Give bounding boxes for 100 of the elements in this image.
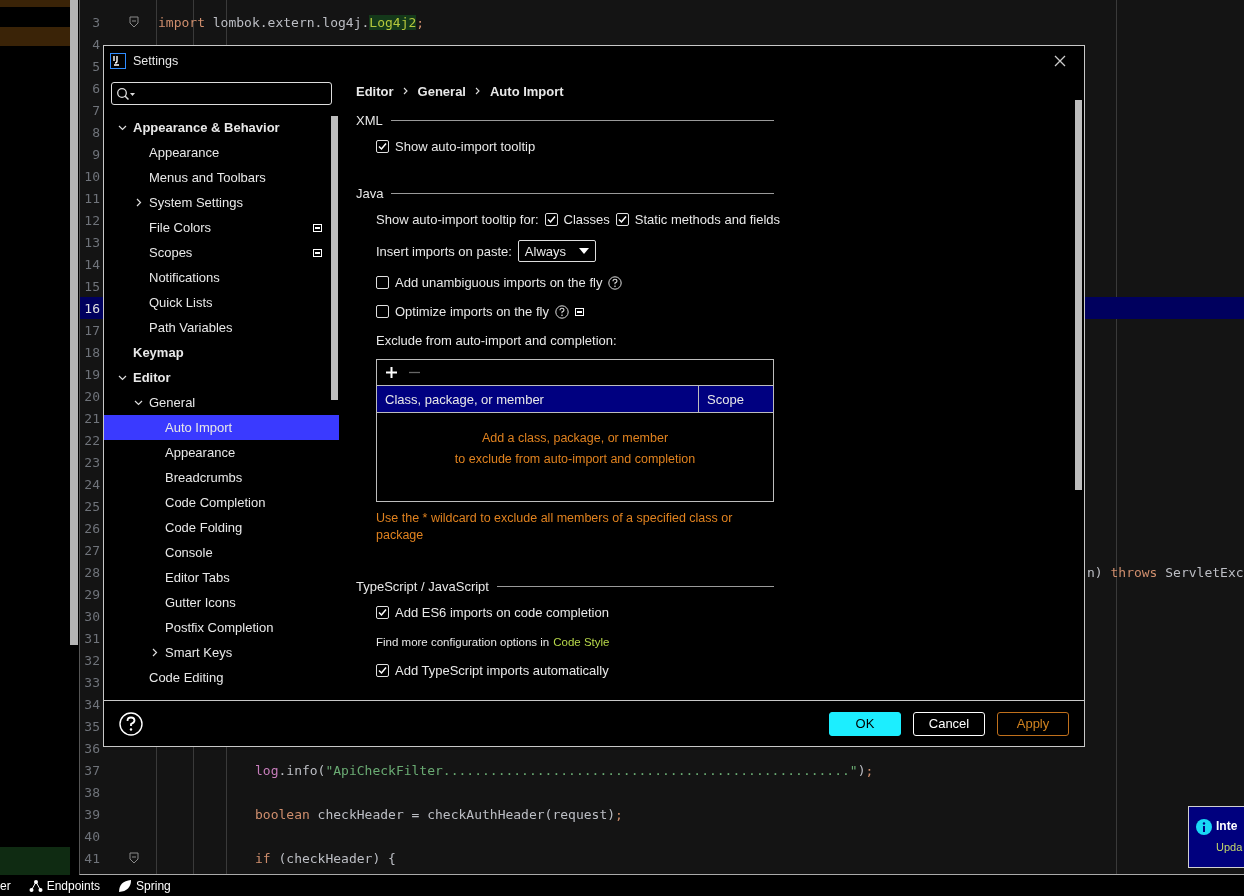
notification-link[interactable]: Upda [1216, 841, 1243, 853]
line-number: 35 [83, 718, 100, 734]
code-line: if (checkHeader) { [255, 850, 396, 866]
line-number: 17 [83, 322, 100, 338]
line-number: 36 [83, 740, 100, 756]
endpoints-icon[interactable] [28, 878, 43, 893]
checkbox-label[interactable]: Show auto-import tooltip [395, 139, 536, 154]
tree-item[interactable]: Appearance [104, 140, 339, 165]
tree-item[interactable]: System Settings [104, 190, 339, 215]
tool-window-button[interactable]: Endpoints [46, 878, 101, 893]
line-number: 22 [83, 432, 100, 448]
fold-icon[interactable] [129, 852, 139, 864]
tree-item[interactable]: Quick Lists [104, 290, 339, 315]
help-icon[interactable] [608, 275, 623, 290]
line-number: 12 [83, 212, 100, 228]
line-number: 34 [83, 696, 100, 712]
section-title: Java [356, 185, 384, 201]
tree-item[interactable]: Breadcrumbs [104, 465, 339, 490]
line-number: 21 [83, 410, 100, 426]
tree-item[interactable]: Gutter Icons [104, 590, 339, 615]
chevron-icon[interactable] [118, 373, 127, 382]
checkbox-label[interactable]: Add TypeScript imports automatically [395, 663, 609, 678]
checkbox[interactable] [376, 276, 389, 289]
search-field[interactable] [111, 82, 332, 105]
scrollbar-thumb[interactable] [1075, 100, 1082, 490]
highlight-bar [0, 0, 70, 7]
checkbox[interactable] [615, 213, 629, 226]
notification-popup[interactable]: Inte Upda [1188, 806, 1244, 868]
line-number: 4 [91, 36, 100, 52]
checkbox-label[interactable]: Static methods and fields [634, 212, 781, 227]
tree-item[interactable]: Keymap [104, 340, 339, 365]
leaf-icon[interactable] [118, 878, 133, 893]
checkbox[interactable] [544, 213, 558, 226]
chevron-icon[interactable] [134, 398, 143, 407]
code-style-link[interactable]: Code Style [553, 635, 610, 648]
tree-item[interactable]: Scopes [104, 240, 339, 265]
add-icon[interactable] [386, 367, 397, 378]
checkbox-label[interactable]: Classes [563, 212, 610, 227]
line-number: 3 [91, 14, 100, 30]
field-label: Exclude from auto-import and completion: [376, 333, 617, 348]
checkbox[interactable] [376, 140, 389, 153]
line-number: 40 [83, 828, 100, 844]
breadcrumb-item[interactable]: General [417, 83, 466, 99]
tree-item[interactable]: Appearance & Behavior [104, 115, 339, 140]
line-number: 37 [83, 762, 100, 778]
dialog-button[interactable]: OK [829, 711, 901, 736]
breadcrumb-item[interactable]: Auto Import [490, 83, 564, 99]
line-number: 41 [83, 850, 100, 866]
code-line: boolean checkHeader = checkAuthHeader(request); [255, 806, 623, 822]
caret-icon [578, 248, 589, 254]
line-number: 10 [83, 168, 100, 184]
tree-item[interactable]: Console [104, 540, 339, 565]
tree-item[interactable]: File Colors [104, 215, 339, 240]
line-number: 24 [83, 476, 100, 492]
checkbox-label[interactable]: Optimize imports on the fly [395, 304, 549, 319]
app-icon [110, 52, 126, 69]
chevron-icon [475, 87, 481, 95]
tree-item[interactable]: Editor [104, 365, 339, 390]
tool-window-button[interactable]: Spring [136, 878, 171, 893]
checkbox[interactable] [376, 606, 389, 619]
checkbox-label[interactable]: Add unambiguous imports on the fly [395, 275, 603, 290]
notification-title: Inte [1216, 819, 1239, 833]
dialog-button[interactable]: Cancel [913, 711, 985, 736]
tree-item[interactable]: Auto Import [104, 415, 339, 440]
tree-item[interactable]: General [104, 390, 339, 415]
tree-item[interactable]: Smart Keys [104, 640, 339, 665]
checkbox[interactable] [376, 664, 389, 677]
chevron-icon[interactable] [134, 198, 143, 207]
fold-icon[interactable] [129, 16, 139, 28]
tree-item[interactable]: Editor Tabs [104, 565, 339, 590]
tree-item[interactable]: Path Variables [104, 315, 339, 340]
tree-item[interactable]: Code Completion [104, 490, 339, 515]
chevron-icon[interactable] [150, 648, 159, 657]
dialog-button[interactable]: Apply [997, 711, 1069, 736]
column-header[interactable]: Scope [699, 386, 744, 412]
tree-item[interactable]: Postfix Completion [104, 615, 339, 640]
line-number: 39 [83, 806, 100, 822]
dropdown[interactable]: Always [517, 240, 596, 262]
line-number: 16 [83, 300, 100, 316]
checkbox[interactable] [376, 305, 389, 318]
help-icon[interactable] [554, 304, 569, 319]
tree-item[interactable]: Code Editing [104, 665, 339, 690]
scrollbar-thumb[interactable] [70, 0, 78, 645]
tool-window-button[interactable]: er [0, 878, 11, 893]
line-number: 11 [83, 190, 100, 206]
breadcrumb-item[interactable]: Editor [356, 83, 394, 99]
checkbox-label[interactable]: Add ES6 imports on code completion [395, 605, 609, 620]
chevron-icon[interactable] [118, 123, 127, 132]
tree-item[interactable]: Notifications [104, 265, 339, 290]
line-number: 38 [83, 784, 100, 800]
tree-item[interactable]: Menus and Toolbars [104, 165, 339, 190]
column-header[interactable]: Class, package, or member [377, 386, 699, 412]
scrollbar-thumb[interactable] [331, 116, 338, 400]
close-icon[interactable] [1054, 54, 1066, 67]
dialog-title: Settings [133, 53, 179, 68]
line-number: 6 [91, 80, 100, 96]
code-line: log.info("ApiCheckFilter...................................................."); [255, 762, 874, 778]
line-number: 8 [91, 124, 100, 140]
tree-item[interactable]: Appearance [104, 440, 339, 465]
tree-item[interactable]: Code Folding [104, 515, 339, 540]
